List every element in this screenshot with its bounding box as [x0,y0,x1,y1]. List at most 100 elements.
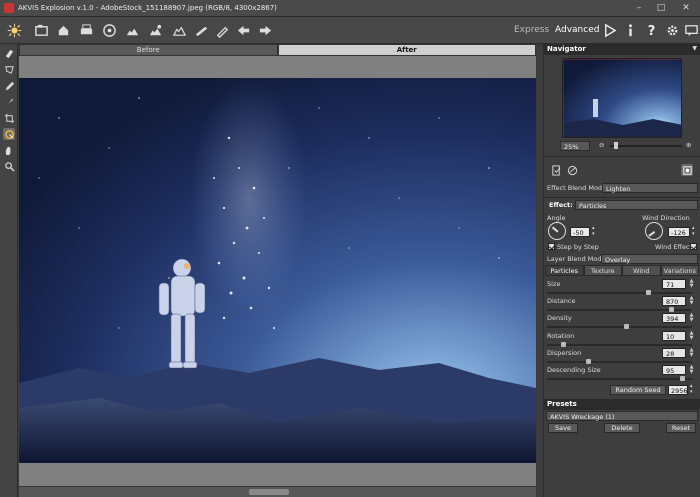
wind-direction-spinner-icon[interactable]: ▴ ▾ [692,225,695,237]
run-play-icon[interactable] [601,22,617,38]
param-spinner-icon[interactable]: ▲ ▼ [687,365,696,375]
effect-label: Effect: [549,201,573,209]
preferences-brush-icon[interactable] [214,22,230,38]
param-value-input[interactable]: 28 [662,347,686,358]
effect-blend-mode-select[interactable]: Lighten [602,183,698,193]
preset-delete-button[interactable]: Delete [604,423,640,433]
presets-header: Presets [544,399,700,410]
zoom-out-icon[interactable]: ⊖ [599,141,604,149]
wind-direction-input[interactable]: -126 [668,227,690,237]
express-mode-button[interactable]: Express [514,25,549,35]
angle-spinner-icon[interactable]: ▴ ▾ [592,225,595,237]
random-seed-button[interactable]: Random Seed [610,385,666,395]
zoom-slider-track[interactable] [610,145,682,147]
load-strokes-icon[interactable] [124,22,140,38]
preset-save-button[interactable]: Save [548,423,578,433]
param-slider-track[interactable] [547,326,692,329]
param-spinner-icon[interactable]: ▲ ▼ [687,347,696,358]
preset-select[interactable]: AKVIS Wreckage (1) [546,411,698,421]
param-slider-knob[interactable] [646,290,652,295]
tab-wind[interactable]: Wind [622,265,661,276]
brush-tool-icon[interactable] [3,96,15,108]
advanced-mode-button[interactable]: Advanced [555,25,599,35]
angle-input[interactable]: -50 [570,227,590,237]
wind-effect-checkbox[interactable] [690,243,697,250]
step-by-step-checkbox[interactable] [548,243,555,250]
direction-tool-icon[interactable] [3,128,15,140]
step-by-step-label: Step by Step [557,243,599,251]
navigator-header: Navigator [544,44,700,55]
zoom-in-icon[interactable]: ⊕ [686,141,691,149]
param-spinner-icon[interactable]: ▲ ▼ [687,330,696,341]
param-slider-knob[interactable] [561,341,566,347]
param-row: Descending Size 95 ▲ ▼ [544,365,700,382]
param-spinner-icon[interactable]: ▲ ▼ [687,313,696,323]
tab-after[interactable]: After [277,44,536,56]
tab-variations[interactable]: Variations [660,265,699,276]
save-image-icon[interactable] [55,22,71,38]
batch-icon[interactable] [193,22,209,38]
undo-arrow-icon[interactable] [235,22,251,38]
print-icon[interactable] [78,22,94,38]
preset-reset-button[interactable]: Reset [666,423,696,433]
save-strokes-icon[interactable] [147,22,163,38]
param-slider-track[interactable] [547,378,692,380]
tab-texture[interactable]: Texture [583,265,622,276]
settings-gear-icon[interactable] [664,22,680,38]
eraser-tool-icon[interactable] [3,47,15,59]
share-icon[interactable] [101,22,117,38]
zoom-tool-icon[interactable] [3,160,15,172]
random-seed-input[interactable]: 2956 [668,385,688,395]
zoom-select[interactable]: 25% [560,141,590,151]
param-slider-knob[interactable] [680,376,685,381]
random-seed-spinner-icon[interactable]: ▴ ▾ [690,383,693,395]
open-image-icon[interactable] [33,22,49,38]
param-spinner-icon[interactable]: ▲ ▼ [687,279,696,289]
wind-direction-dial[interactable] [645,222,663,240]
feedback-icon[interactable] [683,22,699,38]
angle-dial[interactable] [548,222,566,240]
param-value-input[interactable]: 95 [662,365,686,375]
maximize-button[interactable]: □ [650,0,672,17]
background-icon[interactable] [171,22,187,38]
svg-text:?: ? [647,24,655,38]
scroll-thumb[interactable] [249,489,289,495]
crop-tool-icon[interactable] [3,112,15,124]
tab-before[interactable]: Before [19,44,278,56]
collapse-arrow-icon[interactable]: ▼ [692,45,697,52]
param-value-input[interactable]: 71 [662,279,686,289]
texture-settings-icon[interactable] [566,164,578,176]
param-row: Rotation 10 ▲ ▼ [544,330,700,348]
param-slider-knob[interactable] [624,324,629,330]
param-slider-knob[interactable] [668,307,674,313]
hand-tool-icon[interactable] [3,144,15,156]
zoom-slider-knob[interactable] [614,142,618,149]
wind-effect-label: Wind Effect [655,243,693,251]
effect-select[interactable]: Particles [575,200,698,210]
lasso-tool-icon[interactable] [3,63,15,75]
param-value-input[interactable]: 10 [662,330,686,341]
pencil-tool-icon[interactable] [3,80,15,92]
tab-particles[interactable]: Particles [545,265,584,276]
redo-arrow-icon[interactable] [257,22,273,38]
canvas-settings-icon[interactable] [681,164,693,176]
param-spinner-icon[interactable]: ▲ ▼ [687,296,696,306]
image-canvas[interactable] [19,56,536,486]
minimize-button[interactable]: – [628,0,650,17]
close-button[interactable]: ✕ [672,0,700,17]
param-slider-knob[interactable] [586,358,592,364]
param-row: Dispersion 28 ▲ ▼ [544,347,700,365]
navigator-thumbnail[interactable] [562,58,682,138]
param-slider-track[interactable] [547,360,692,363]
param-slider-track[interactable] [547,292,692,294]
param-value-input[interactable]: 870 [662,296,686,307]
title-bar: AKVIS Explosion v.1.0 - AdobeStock_15118… [0,0,700,17]
effect-settings-icon[interactable] [550,164,562,176]
param-slider-track[interactable] [547,343,692,346]
layer-blend-mode-select[interactable]: Overlay [601,254,698,264]
help-icon[interactable]: ? [643,22,659,38]
result-image [19,78,536,463]
info-icon[interactable] [622,22,638,38]
param-value-input[interactable]: 394 [662,313,686,324]
horizontal-scrollbar[interactable] [19,486,536,497]
